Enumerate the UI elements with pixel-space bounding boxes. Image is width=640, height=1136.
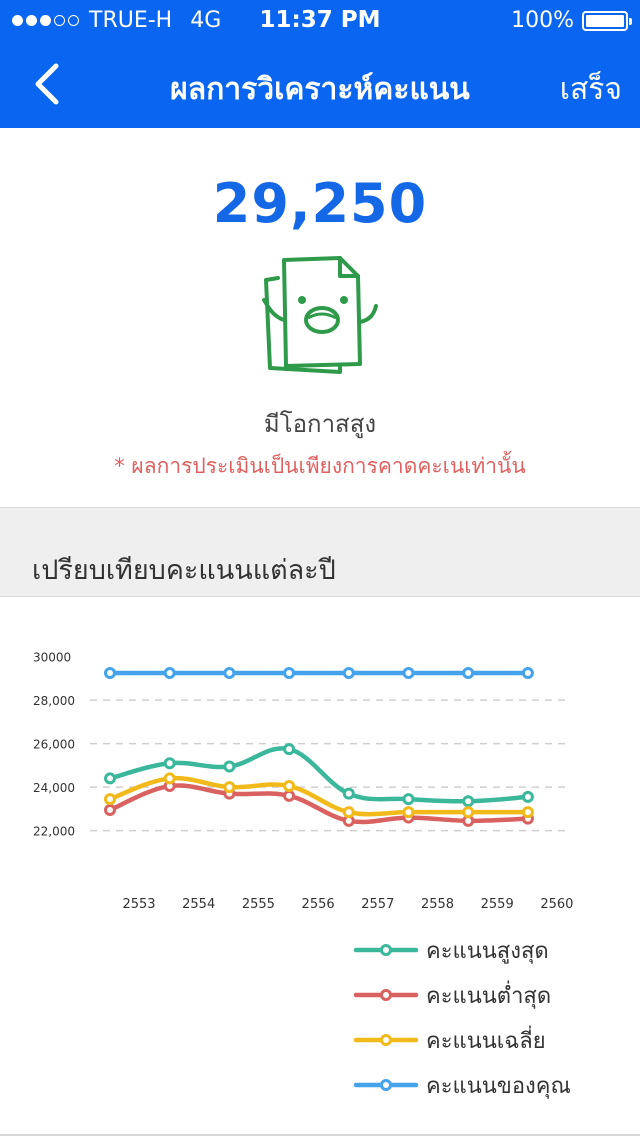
x-tick-label: 2559: [481, 897, 514, 912]
navigation-bar: ผลการวิเคราะห์คะแนน เสร็จ: [0, 40, 640, 128]
data-point: [402, 793, 415, 806]
y-tick-label: 28,000: [33, 694, 75, 708]
legend-label: คะแนนของคุณ: [426, 1074, 571, 1099]
data-point: [104, 803, 116, 816]
score-comparison-chart: 30000 28,000 26,000 24,000 22,000 2553 2554 255…: [0, 598, 640, 1136]
data-point: [104, 793, 116, 806]
y-tick-label: 24,000: [33, 781, 75, 795]
data-point: [402, 806, 415, 819]
data-point: [283, 780, 296, 793]
data-point: [283, 667, 296, 679]
legend-label: คะแนนเฉลี่ย: [426, 1025, 546, 1054]
x-tick-label: 2557: [361, 897, 394, 912]
y-tick-label: 22,000: [33, 825, 75, 839]
legend-marker: [380, 944, 392, 956]
score-value: 29,250: [212, 172, 428, 235]
y-tick-label: 30000: [33, 651, 71, 665]
status-right: 100%: [511, 8, 632, 33]
data-point: [402, 667, 415, 679]
data-point: [163, 757, 176, 770]
data-point: [521, 790, 534, 803]
x-tick-label: 2556: [302, 897, 335, 912]
data-point: [342, 806, 355, 819]
x-tick-label: 2555: [242, 897, 275, 912]
legend-label: คะแนนสูงสุด: [426, 939, 549, 964]
legend-label: คะแนนต่ำสุด: [426, 980, 551, 1009]
data-point: [521, 806, 534, 819]
disclaimer-text: * ผลการประเมินเป็นเพียงการคาดคะเนเท่านั้…: [114, 454, 526, 478]
data-point: [223, 760, 236, 773]
battery-icon: [582, 10, 632, 31]
legend-marker: [380, 1079, 392, 1091]
legend-marker: [380, 1034, 392, 1046]
section-title: เปรียบเทียบคะแนนแต่ละปี: [32, 555, 336, 586]
data-point: [223, 781, 236, 794]
x-tick-label: 2560: [540, 897, 573, 912]
data-point: [163, 772, 176, 785]
done-button[interactable]: เสร็จ: [560, 66, 622, 113]
data-point: [283, 743, 296, 756]
data-point: [163, 667, 176, 679]
admission-chance-label: มีโอกาสสูง: [263, 410, 377, 438]
data-point: [342, 667, 355, 679]
data-point: [462, 806, 475, 819]
x-tick-label: 2558: [421, 897, 454, 912]
data-point: [104, 667, 116, 679]
compare-section-header: เปรียบเทียบคะแนนแต่ละปี: [0, 507, 640, 597]
page-title: ผลการวิเคราะห์คะแนน: [170, 72, 470, 107]
legend-marker: [380, 989, 392, 1001]
status-bar: TRUE-H 4G 11:37 PM 100%: [0, 0, 640, 40]
data-point: [521, 667, 534, 679]
data-point: [223, 667, 236, 679]
data-point: [462, 795, 475, 808]
y-tick-label: 26,000: [33, 738, 75, 752]
data-point: [462, 667, 475, 679]
data-point: [283, 789, 296, 802]
happy-document-icon: [262, 256, 378, 374]
battery-percent: 100%: [511, 8, 574, 33]
x-tick-label: 2553: [122, 897, 155, 912]
data-point: [342, 787, 355, 800]
x-tick-label: 2554: [182, 897, 215, 912]
line-chart: 30000 28,000 26,000 24,000 22,000 2553 2554 255…: [33, 651, 573, 1099]
data-point: [104, 772, 116, 785]
